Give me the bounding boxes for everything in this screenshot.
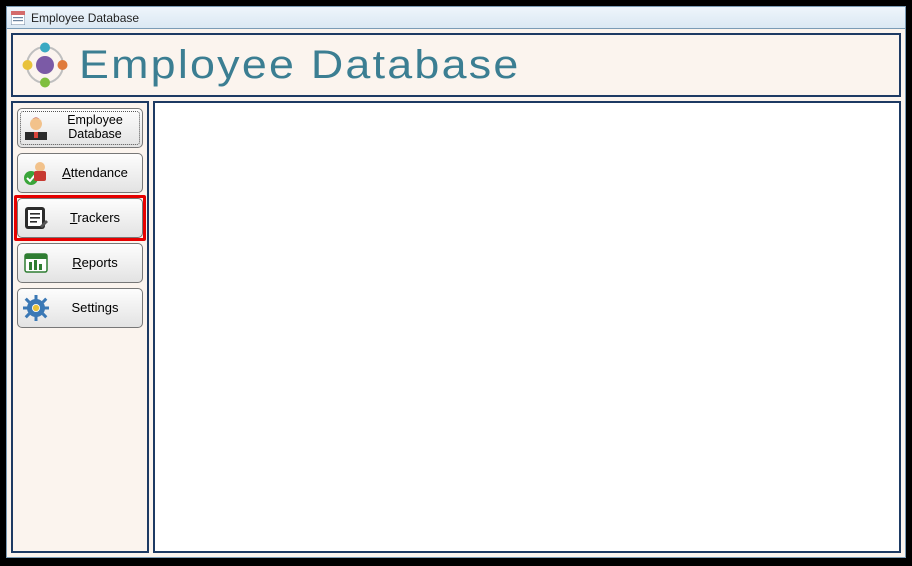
nav-label: Attendance (54, 166, 136, 180)
trackers-icon (22, 204, 50, 232)
nav-label: Reports (54, 256, 136, 270)
outer-frame: Employee Database Employee Database (0, 0, 912, 566)
settings-gear-icon (22, 294, 50, 322)
app-logo-icon (21, 41, 69, 89)
nav-settings[interactable]: Settings (17, 288, 143, 328)
attendance-icon (22, 159, 50, 187)
nav-reports[interactable]: Reports (17, 243, 143, 283)
employee-icon (22, 114, 50, 142)
nav-label: Settings (54, 301, 136, 315)
app-window: Employee Database Employee Database (6, 6, 906, 558)
nav-label: Employee Database (54, 114, 136, 142)
window-title: Employee Database (31, 11, 139, 25)
content-area (153, 101, 901, 553)
sidebar: Employee Database Attendance (11, 101, 149, 553)
nav-trackers[interactable]: Trackers (17, 198, 143, 238)
reports-icon (22, 249, 50, 277)
banner-title: Employee Database (79, 43, 521, 88)
nav-label: Trackers (54, 211, 136, 225)
nav-attendance[interactable]: Attendance (17, 153, 143, 193)
nav-employee-database[interactable]: Employee Database (17, 108, 143, 148)
titlebar: Employee Database (7, 7, 905, 29)
body-row: Employee Database Attendance (11, 101, 901, 553)
app-form-icon (11, 11, 25, 25)
header-banner: Employee Database (11, 33, 901, 97)
